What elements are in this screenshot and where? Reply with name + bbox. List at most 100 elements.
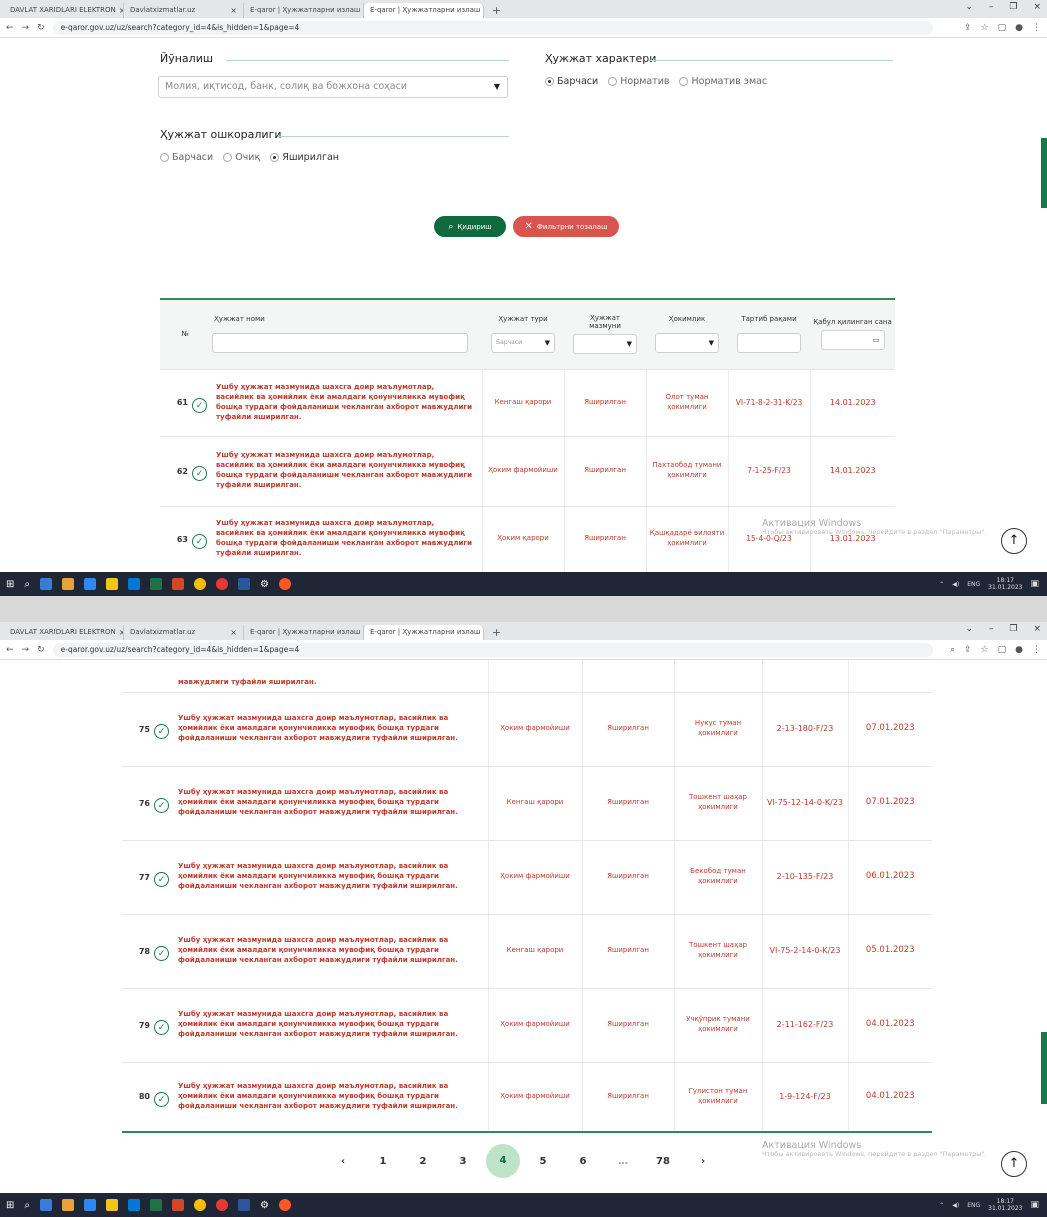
- forward-icon[interactable]: →: [22, 645, 30, 655]
- pagination-next[interactable]: ›: [683, 1156, 723, 1167]
- app-icon[interactable]: [278, 1199, 291, 1211]
- search-button[interactable]: ⌕ Қидириш: [434, 216, 506, 237]
- close-icon[interactable]: ×: [230, 3, 237, 18]
- close-icon[interactable]: ×: [1033, 624, 1041, 634]
- pagination-page[interactable]: 1: [363, 1156, 403, 1167]
- clock[interactable]: 18:17 31.01.2023: [988, 1198, 1022, 1212]
- menu-icon[interactable]: ⋮: [1032, 23, 1041, 33]
- pagination-page[interactable]: 6: [563, 1156, 603, 1167]
- pagination-page[interactable]: 5: [523, 1156, 563, 1167]
- scrollbar-thumb[interactable]: [1041, 1032, 1047, 1104]
- browser-tab[interactable]: Davlatxizmatlar.uz ×: [124, 625, 244, 640]
- radio-open[interactable]: Очиқ: [223, 152, 260, 163]
- pagination-prev[interactable]: ‹: [323, 1156, 363, 1167]
- document-name-link[interactable]: Ушбу ҳужжат мазмунида шахсга доир маълум…: [172, 766, 488, 841]
- document-name-link[interactable]: Ушбу ҳужжат мазмунида шахсга доир маълум…: [210, 436, 482, 507]
- name-filter-input[interactable]: [212, 333, 468, 354]
- minimize-icon[interactable]: –: [989, 2, 994, 12]
- mail-icon[interactable]: [128, 1199, 140, 1211]
- close-icon[interactable]: ×: [230, 625, 237, 640]
- pagination-page[interactable]: 78: [643, 1156, 683, 1167]
- document-name-link[interactable]: Ушбу ҳужжат мазмунида шахсга доир маълум…: [172, 988, 488, 1063]
- table-row[interactable]: 77 ✓ Ушбу ҳужжат мазмунида шахсга доир м…: [122, 840, 932, 915]
- table-row[interactable]: 63 ✓ Ушбу ҳужжат мазмунида шахсга доир м…: [160, 506, 895, 572]
- chrome-icon[interactable]: [194, 1199, 206, 1211]
- browser-tab[interactable]: E-qaror | Ҳужжатларни излаш×: [244, 625, 364, 640]
- excel-icon[interactable]: [150, 578, 162, 590]
- clock[interactable]: 18:17 31.01.2023: [988, 577, 1022, 591]
- browser-tab[interactable]: DAVLAT XARIDLARI ELEKTRON×: [4, 625, 124, 640]
- url-input[interactable]: e-qaror.gov.uz/uz/search?category_id=4&i…: [52, 642, 933, 657]
- store-icon[interactable]: [106, 1199, 118, 1211]
- document-name-link[interactable]: Ушбу ҳужжат мазмунида шахсга доир маълум…: [210, 370, 482, 437]
- table-row-partial[interactable]: мавжудлиги туфайли яширилган.: [122, 660, 932, 693]
- direction-select[interactable]: Молия, иқтисод, банк, солиқ ва божхона с…: [158, 76, 508, 98]
- browser-tab-active[interactable]: E-qaror | Ҳужжатларни излаш×: [364, 625, 484, 640]
- edge-icon[interactable]: [84, 578, 96, 590]
- reload-icon[interactable]: ↻: [37, 645, 45, 655]
- share-icon[interactable]: ⇪: [964, 645, 972, 655]
- network-icon[interactable]: ⌃: [939, 1202, 944, 1209]
- yandex-icon[interactable]: [216, 1199, 228, 1211]
- forward-icon[interactable]: →: [22, 23, 30, 33]
- document-name-link[interactable]: Ушбу ҳужжат мазмунида шахсга доир маълум…: [172, 914, 488, 989]
- table-row[interactable]: 75 ✓ Ушбу ҳужжат мазмунида шахсга доир м…: [122, 692, 932, 767]
- table-row[interactable]: 62 ✓ Ушбу ҳужжат мазмунида шахсга доир м…: [160, 436, 895, 507]
- pagination-page-active[interactable]: 4: [486, 1144, 520, 1178]
- app-icon[interactable]: [40, 578, 52, 590]
- star-icon[interactable]: ☆: [981, 645, 989, 655]
- radio-all[interactable]: Барчаси: [160, 152, 213, 163]
- document-name-link[interactable]: Ушбу ҳужжат мазмунида шахсга доир маълум…: [172, 840, 488, 915]
- browser-tab[interactable]: E-qaror | Ҳужжатларни излаш×: [244, 3, 364, 18]
- sidebar-icon[interactable]: ▢: [998, 645, 1007, 655]
- powerpoint-icon[interactable]: [172, 1199, 184, 1211]
- share-icon[interactable]: ⇪: [964, 23, 972, 33]
- scroll-to-top-button[interactable]: ↑: [1001, 1151, 1027, 1177]
- profile-icon[interactable]: ●: [1015, 645, 1023, 655]
- reg-filter-input[interactable]: [737, 333, 801, 354]
- browser-tab-active[interactable]: E-qaror | Ҳужжатларни излаш×: [364, 3, 484, 18]
- chrome-icon[interactable]: [194, 578, 206, 590]
- date-filter-input[interactable]: ▭: [820, 330, 885, 351]
- notification-icon[interactable]: ▣: [1030, 1200, 1039, 1210]
- word-icon[interactable]: [238, 1199, 250, 1211]
- pagination-page[interactable]: 2: [403, 1156, 443, 1167]
- search-icon[interactable]: ⌕: [24, 1200, 30, 1211]
- search-icon[interactable]: ⌕: [24, 579, 30, 590]
- chevron-down-icon[interactable]: ⌄: [965, 2, 973, 12]
- gear-icon[interactable]: ⚙: [260, 579, 269, 590]
- reload-icon[interactable]: ↻: [37, 23, 45, 33]
- document-name-link[interactable]: Ушбу ҳужжат мазмунида шахсга доир маълум…: [172, 692, 488, 767]
- scrollbar-thumb[interactable]: [1041, 138, 1047, 208]
- excel-icon[interactable]: [150, 1199, 162, 1211]
- table-row[interactable]: 80 ✓ Ушбу ҳужжат мазмунида шахсга доир м…: [122, 1062, 932, 1133]
- sidebar-icon[interactable]: ▢: [998, 23, 1007, 33]
- powerpoint-icon[interactable]: [172, 578, 184, 590]
- zoom-icon[interactable]: ⌕: [950, 645, 955, 655]
- browser-tab[interactable]: DAVLAT XARIDLARI ELEKTRON×: [4, 3, 124, 18]
- type-filter-select[interactable]: Барчаси ▼: [491, 333, 555, 354]
- star-icon[interactable]: ☆: [981, 23, 989, 33]
- volume-icon[interactable]: ◀): [952, 581, 959, 588]
- menu-icon[interactable]: ⋮: [1032, 645, 1041, 655]
- content-filter-select[interactable]: ▼: [573, 334, 637, 355]
- back-icon[interactable]: ←: [6, 645, 14, 655]
- url-input[interactable]: e-qaror.gov.uz/uz/search?category_id=4&i…: [52, 20, 933, 35]
- table-row[interactable]: 61 ✓ Ушбу ҳужжат мазмунида шахсга доир м…: [160, 370, 895, 437]
- table-row[interactable]: 79 ✓ Ушбу ҳужжат мазмунида шахсга доир м…: [122, 988, 932, 1063]
- store-icon[interactable]: [106, 578, 118, 590]
- close-icon[interactable]: ×: [1033, 2, 1041, 12]
- browser-tab[interactable]: Davlatxizmatlar.uz ×: [124, 3, 244, 18]
- windows-start-icon[interactable]: ⊞: [6, 1200, 14, 1211]
- app-icon[interactable]: [278, 578, 291, 590]
- radio-normative[interactable]: Норматив: [608, 76, 669, 87]
- maximize-icon[interactable]: ❐: [1009, 624, 1017, 634]
- table-row[interactable]: 76 ✓ Ушбу ҳужжат мазмунида шахсга доир м…: [122, 766, 932, 841]
- word-icon[interactable]: [238, 578, 250, 590]
- maximize-icon[interactable]: ❐: [1009, 2, 1017, 12]
- radio-all[interactable]: Барчаси: [545, 76, 598, 87]
- new-tab-icon[interactable]: +: [484, 3, 509, 18]
- minimize-icon[interactable]: –: [989, 624, 994, 634]
- radio-non-normative[interactable]: Норматив эмас: [679, 76, 767, 87]
- document-name-link[interactable]: Ушбу ҳужжат мазмунида шахсга доир маълум…: [210, 506, 482, 572]
